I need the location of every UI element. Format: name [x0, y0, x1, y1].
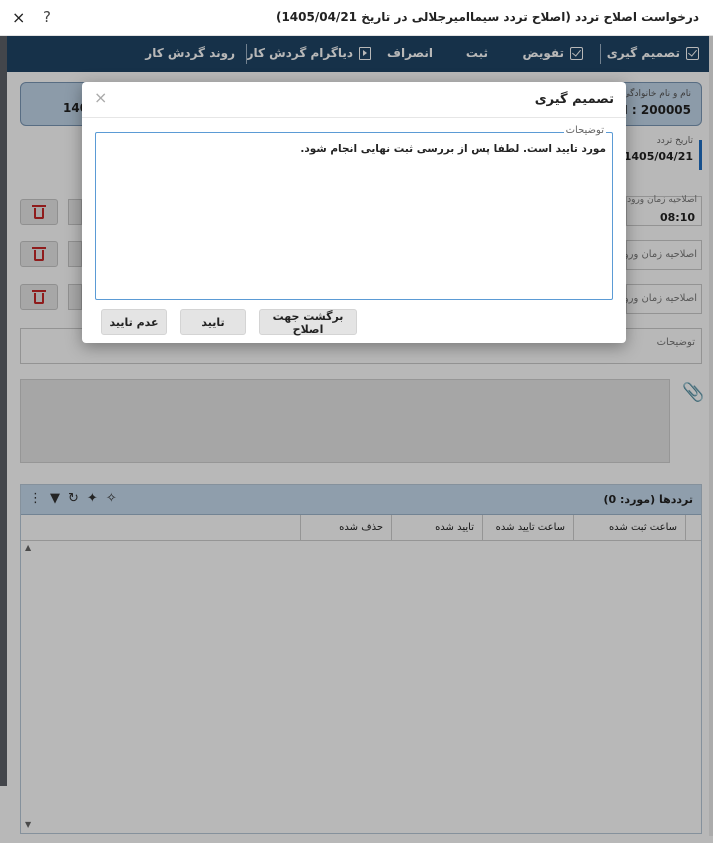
- comments-textarea[interactable]: مورد تایید است. لطفا پس از بررسی ثبت نها…: [98, 135, 610, 297]
- approve-button[interactable]: تایید: [180, 309, 246, 335]
- window-title: درخواست اصلاح تردد (اصلاح تردد سیماامیرج…: [275, 10, 699, 24]
- window-titlebar: درخواست اصلاح تردد (اصلاح تردد سیماامیرج…: [0, 0, 713, 36]
- close-icon[interactable]: ×: [12, 8, 25, 27]
- return-for-correction-button[interactable]: برگشت جهت اصلاح: [259, 309, 357, 336]
- close-icon[interactable]: ×: [94, 88, 107, 107]
- help-icon[interactable]: ?: [43, 8, 51, 26]
- dialog-header: تصمیم گیری ×: [82, 82, 626, 118]
- decision-dialog: تصمیم گیری × توضیحات مورد تایید است. لطف…: [82, 82, 626, 343]
- dialog-title: تصمیم گیری: [534, 92, 614, 107]
- reject-button[interactable]: عدم تایید: [101, 309, 167, 335]
- comments-fieldset: توضیحات مورد تایید است. لطفا پس از بررسی…: [95, 125, 613, 300]
